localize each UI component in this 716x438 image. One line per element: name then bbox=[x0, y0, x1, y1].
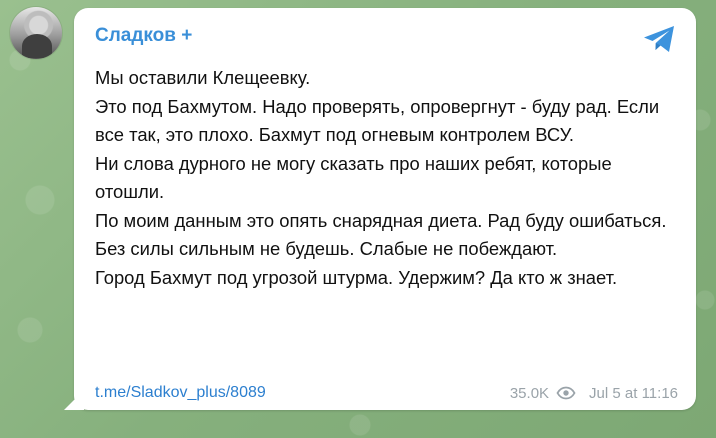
message-line: Мы оставили Клещеевку. bbox=[95, 67, 311, 88]
message-timestamp: Jul 5 at 11:16 bbox=[589, 384, 678, 402]
message-line: Это под Бахмутом. Надо проверять, опрове… bbox=[95, 95, 660, 146]
message-bubble: Сладков + Мы оставили Клещеевку. Это под… bbox=[74, 8, 696, 410]
message-meta: 35.0K Jul 5 at 11:16 bbox=[510, 385, 678, 402]
post-link[interactable]: t.me/Sladkov_plus/8089 bbox=[95, 384, 266, 402]
message-line: Город Бахмут под угрозой штурма. Удержим… bbox=[95, 266, 618, 288]
channel-name[interactable]: Сладков + bbox=[95, 25, 192, 47]
eye-icon bbox=[556, 386, 576, 400]
message-line: Ни слова дурного не могу сказать про наш… bbox=[95, 152, 612, 203]
message-line: Без силы сильным не будешь. Слабые не по… bbox=[95, 238, 558, 259]
channel-avatar[interactable] bbox=[10, 7, 62, 59]
view-count: 35.0K bbox=[509, 384, 550, 402]
message-line: По моим данным это опять снарядная диета… bbox=[95, 209, 667, 231]
message-text: Мы оставили Клещеевку. Это под Бахмутом.… bbox=[95, 64, 677, 292]
message-footer: t.me/Sladkov_plus/8089 35.0K Jul 5 at 11… bbox=[95, 382, 678, 404]
telegram-share-icon[interactable] bbox=[642, 23, 678, 55]
